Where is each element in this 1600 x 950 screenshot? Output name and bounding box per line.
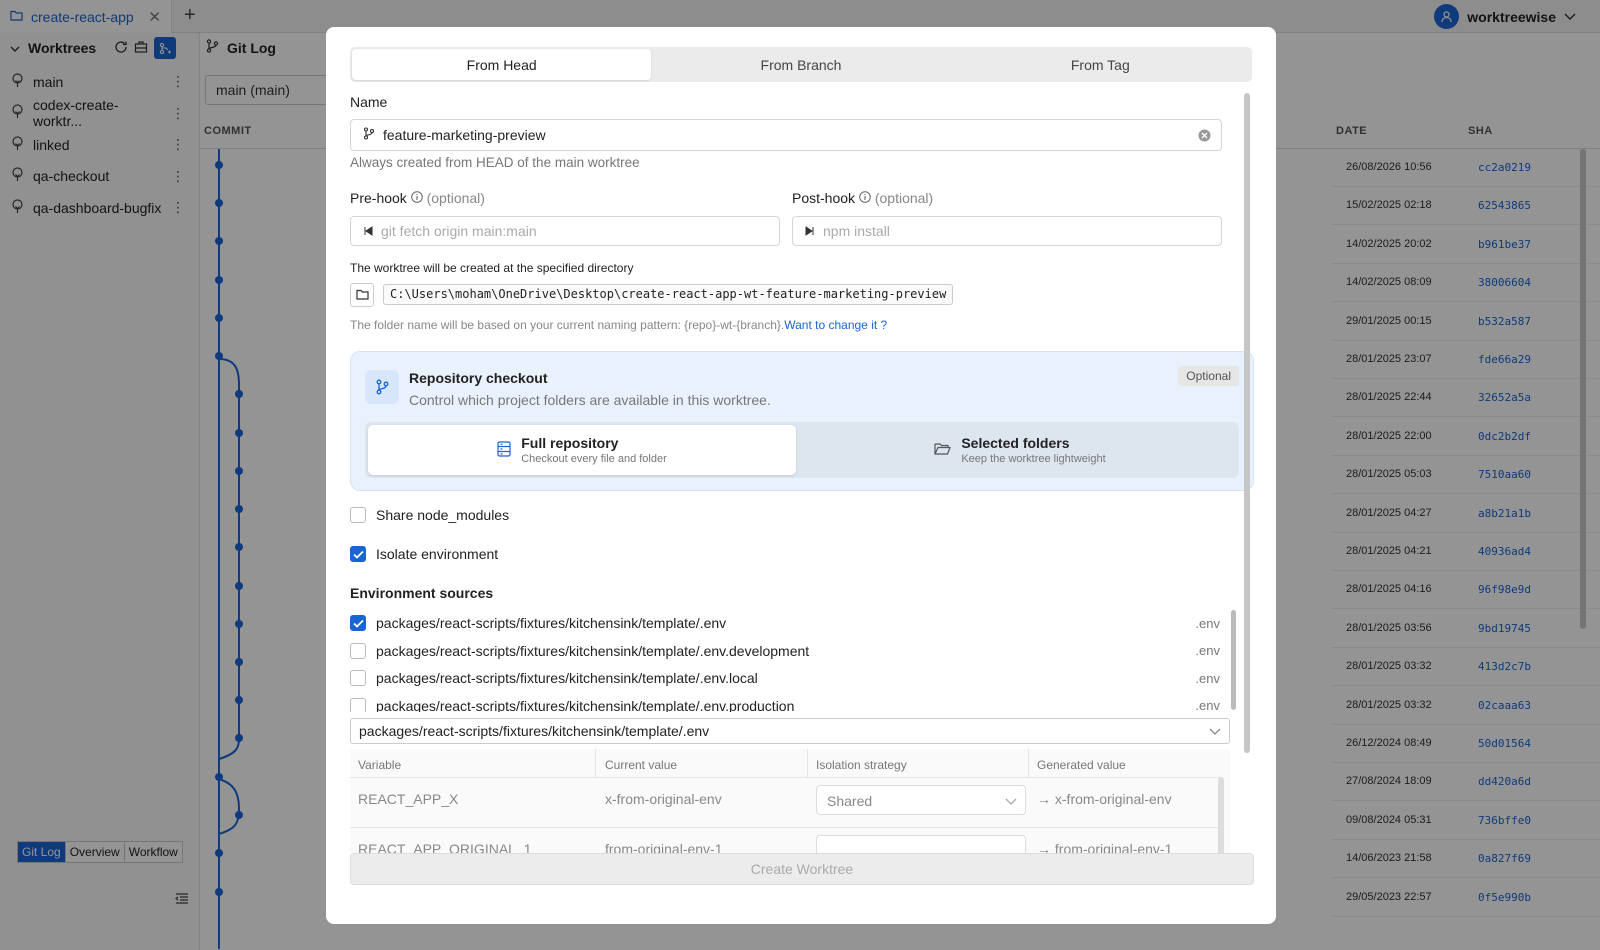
prehook-input[interactable]: git fetch origin main:main bbox=[350, 216, 780, 246]
variable-name: REACT_APP_X bbox=[358, 791, 459, 807]
info-icon[interactable] bbox=[410, 190, 423, 206]
modal-scrollbar[interactable] bbox=[1244, 93, 1250, 753]
generated-value: → x-from-original-env bbox=[1037, 791, 1172, 807]
column-header-isolation-strategy: Isolation strategy bbox=[816, 758, 907, 772]
posthook-label: Post-hook (optional) bbox=[792, 190, 933, 206]
name-label: Name bbox=[350, 94, 388, 110]
tab-from-tag[interactable]: From Tag bbox=[951, 49, 1250, 80]
prehook-placeholder: git fetch origin main:main bbox=[381, 223, 537, 239]
env-variables-table: Variable Current value Isolation strateg… bbox=[350, 749, 1230, 853]
repository-checkout-title: Repository checkout bbox=[409, 370, 548, 386]
posthook-input[interactable]: npm install bbox=[792, 216, 1222, 246]
skip-back-icon bbox=[363, 223, 373, 239]
env-list-scrollbar[interactable] bbox=[1231, 610, 1236, 710]
change-naming-link[interactable]: Want to change it ? bbox=[784, 318, 887, 332]
row-divider bbox=[350, 827, 1220, 828]
full-repository-title: Full repository bbox=[521, 435, 619, 451]
isolate-environment-label: Isolate environment bbox=[376, 546, 499, 562]
naming-pattern-hint: The folder name will be based on your cu… bbox=[350, 318, 887, 332]
directory-path: C:\Users\moham\OneDrive\Desktop\create-r… bbox=[383, 284, 954, 305]
env-source-ext: .env bbox=[1195, 670, 1220, 686]
checkbox[interactable] bbox=[350, 697, 366, 712]
env-source-path: packages/react-scripts/fixtures/kitchens… bbox=[376, 697, 795, 713]
env-source-item[interactable]: packages/react-scripts/fixtures/kitchens… bbox=[350, 609, 1220, 637]
isolation-strategy-value: Shared bbox=[827, 793, 873, 809]
checkbox-checked[interactable] bbox=[350, 546, 366, 562]
share-node-modules-checkbox[interactable]: Share node_modules bbox=[350, 507, 509, 523]
server-icon bbox=[497, 440, 511, 460]
current-value: from-original-env-1 bbox=[605, 841, 723, 853]
skip-forward-icon bbox=[805, 223, 815, 239]
environment-sources-list: packages/react-scripts/fixtures/kitchens… bbox=[350, 609, 1220, 712]
env-source-path: packages/react-scripts/fixtures/kitchens… bbox=[376, 615, 727, 631]
column-divider bbox=[807, 749, 808, 777]
isolation-strategy-select[interactable]: Shared bbox=[816, 785, 1026, 815]
env-source-path: packages/react-scripts/fixtures/kitchens… bbox=[376, 670, 758, 686]
tab-from-branch[interactable]: From Branch bbox=[651, 49, 950, 80]
row-divider bbox=[350, 777, 1220, 778]
isolation-strategy-select[interactable] bbox=[816, 835, 1026, 853]
full-repository-option[interactable]: Full repository Checkout every file and … bbox=[368, 425, 796, 475]
posthook-label-text: Post-hook bbox=[792, 190, 856, 206]
table-scrollbar[interactable] bbox=[1218, 777, 1224, 853]
checkbox-checked[interactable] bbox=[350, 615, 366, 631]
posthook-optional: (optional) bbox=[874, 190, 934, 206]
column-header-generated-value: Generated value bbox=[1037, 758, 1126, 772]
repository-checkout-card: Repository checkout Control which projec… bbox=[350, 351, 1254, 491]
create-worktree-dialog: From Head From Branch From Tag Name feat… bbox=[326, 27, 1276, 924]
column-divider bbox=[595, 749, 596, 777]
folder-open-icon bbox=[934, 442, 952, 458]
generated-value: → from-original-env-1 bbox=[1037, 841, 1173, 853]
checkbox[interactable] bbox=[350, 507, 366, 523]
chevron-down-icon bbox=[1209, 723, 1221, 739]
selected-folders-subtitle: Keep the worktree lightweight bbox=[961, 453, 1106, 465]
variable-name: REACT_APP_ORIGINAL_1 bbox=[358, 841, 532, 853]
naming-pattern-text: The folder name will be based on your cu… bbox=[350, 318, 785, 332]
column-header-current-value: Current value bbox=[605, 758, 678, 772]
tab-from-head[interactable]: From Head bbox=[352, 49, 652, 80]
checkout-mode-selector: Full repository Checkout every file and … bbox=[365, 422, 1239, 478]
source-tabs: From Head From Branch From Tag bbox=[350, 47, 1252, 82]
env-source-item[interactable]: packages/react-scripts/fixtures/kitchens… bbox=[350, 692, 1220, 713]
env-source-ext: .env bbox=[1195, 643, 1220, 658]
env-file-select-value: packages/react-scripts/fixtures/kitchens… bbox=[359, 723, 710, 739]
folder-icon bbox=[355, 288, 369, 303]
prehook-label-text: Pre-hook bbox=[350, 190, 407, 206]
git-branch-icon bbox=[363, 127, 375, 143]
env-source-ext: .env bbox=[1195, 698, 1220, 712]
checkbox[interactable] bbox=[350, 642, 366, 659]
selected-folders-option[interactable]: Selected folders Keep the worktree light… bbox=[805, 425, 1235, 475]
git-branch-icon bbox=[365, 370, 399, 404]
directory-label: The worktree will be created at the spec… bbox=[350, 261, 634, 275]
full-repository-subtitle: Checkout every file and folder bbox=[521, 453, 667, 465]
selected-folders-title: Selected folders bbox=[961, 435, 1070, 451]
chevron-down-icon bbox=[1005, 793, 1017, 809]
env-source-ext: .env bbox=[1195, 615, 1220, 631]
create-worktree-button[interactable]: Create Worktree bbox=[350, 853, 1254, 885]
current-value: x-from-original-env bbox=[605, 791, 722, 807]
env-source-item[interactable]: packages/react-scripts/fixtures/kitchens… bbox=[350, 637, 1220, 665]
name-value: feature-marketing-preview bbox=[383, 127, 546, 143]
posthook-placeholder: npm install bbox=[823, 223, 890, 239]
prehook-label: Pre-hook (optional) bbox=[350, 190, 485, 206]
checkbox[interactable] bbox=[350, 670, 366, 686]
column-header-variable: Variable bbox=[358, 758, 402, 772]
name-hint: Always created from HEAD of the main wor… bbox=[350, 155, 640, 170]
name-input[interactable]: feature-marketing-preview bbox=[350, 119, 1222, 151]
prehook-optional: (optional) bbox=[426, 190, 485, 206]
isolate-environment-checkbox[interactable]: Isolate environment bbox=[350, 546, 498, 562]
env-source-item[interactable]: packages/react-scripts/fixtures/kitchens… bbox=[350, 664, 1220, 692]
env-source-path: packages/react-scripts/fixtures/kitchens… bbox=[376, 642, 810, 659]
optional-badge: Optional bbox=[1178, 366, 1239, 386]
info-icon[interactable] bbox=[859, 190, 871, 206]
environment-sources-title: Environment sources bbox=[350, 585, 494, 601]
browse-folder-button[interactable] bbox=[350, 283, 374, 307]
clear-icon[interactable] bbox=[1198, 129, 1211, 145]
column-divider bbox=[1028, 749, 1029, 777]
repository-checkout-subtitle: Control which project folders are availa… bbox=[409, 392, 771, 408]
env-file-select[interactable]: packages/react-scripts/fixtures/kitchens… bbox=[350, 718, 1230, 744]
share-node-modules-label: Share node_modules bbox=[376, 507, 510, 523]
